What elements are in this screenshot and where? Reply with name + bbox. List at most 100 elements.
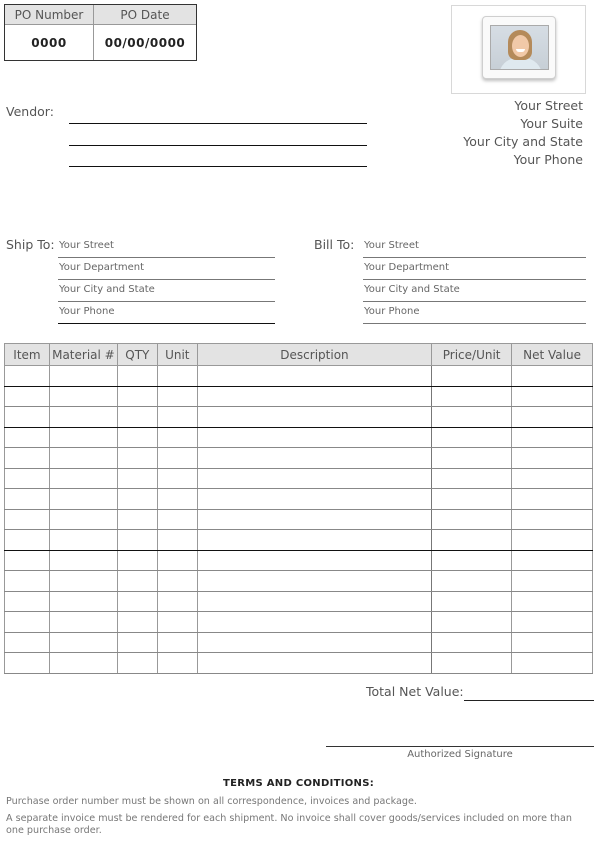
cell-material[interactable] — [48, 509, 118, 530]
cell-qty[interactable] — [116, 386, 158, 407]
cell-unit[interactable] — [156, 550, 198, 571]
cell-qty[interactable] — [116, 550, 158, 571]
cell-material[interactable] — [48, 611, 118, 633]
bill-to-department[interactable]: Your Department — [363, 258, 586, 280]
cell-qty[interactable] — [116, 529, 158, 551]
ship-to-street[interactable]: Your Street — [58, 236, 275, 258]
cell-description[interactable] — [196, 386, 433, 407]
cell-price-unit[interactable] — [431, 427, 513, 448]
cell-item[interactable] — [4, 652, 50, 674]
cell-price-unit[interactable] — [431, 529, 513, 551]
cell-price-unit[interactable] — [431, 488, 513, 510]
cell-description[interactable] — [196, 632, 433, 653]
cell-price-unit[interactable] — [431, 365, 513, 387]
cell-item[interactable] — [4, 468, 50, 489]
cell-qty[interactable] — [116, 632, 158, 653]
cell-price-unit[interactable] — [431, 406, 513, 428]
cell-description[interactable] — [196, 529, 433, 551]
cell-material[interactable] — [48, 529, 118, 551]
signature-line[interactable] — [326, 746, 594, 747]
bill-to-city-state[interactable]: Your City and State — [363, 280, 586, 302]
cell-qty[interactable] — [116, 488, 158, 510]
ship-to-department[interactable]: Your Department — [58, 258, 275, 280]
cell-unit[interactable] — [156, 406, 198, 428]
cell-net-value[interactable] — [511, 632, 593, 653]
cell-unit[interactable] — [156, 611, 198, 633]
cell-item[interactable] — [4, 591, 50, 612]
cell-unit[interactable] — [156, 365, 198, 387]
cell-description[interactable] — [196, 406, 433, 428]
cell-net-value[interactable] — [511, 509, 593, 530]
bill-to-phone[interactable]: Your Phone — [363, 302, 586, 324]
cell-unit[interactable] — [156, 591, 198, 612]
cell-unit[interactable] — [156, 427, 198, 448]
cell-material[interactable] — [48, 591, 118, 612]
cell-qty[interactable] — [116, 406, 158, 428]
cell-item[interactable] — [4, 611, 50, 633]
vendor-line-2[interactable] — [69, 145, 367, 146]
cell-material[interactable] — [48, 570, 118, 592]
po-number-value[interactable]: 0000 — [5, 25, 94, 60]
cell-net-value[interactable] — [511, 488, 593, 510]
cell-item[interactable] — [4, 529, 50, 551]
cell-net-value[interactable] — [511, 550, 593, 571]
cell-material[interactable] — [48, 427, 118, 448]
ship-to-city-state[interactable]: Your City and State — [58, 280, 275, 302]
cell-net-value[interactable] — [511, 652, 593, 674]
cell-item[interactable] — [4, 632, 50, 653]
cell-net-value[interactable] — [511, 365, 593, 387]
bill-to-street[interactable]: Your Street — [363, 236, 586, 258]
cell-price-unit[interactable] — [431, 550, 513, 571]
cell-net-value[interactable] — [511, 447, 593, 469]
cell-qty[interactable] — [116, 591, 158, 612]
po-date-value[interactable]: 00/00/0000 — [94, 25, 196, 60]
cell-item[interactable] — [4, 488, 50, 510]
cell-description[interactable] — [196, 652, 433, 674]
cell-description[interactable] — [196, 611, 433, 633]
cell-net-value[interactable] — [511, 570, 593, 592]
cell-description[interactable] — [196, 447, 433, 469]
cell-description[interactable] — [196, 550, 433, 571]
cell-net-value[interactable] — [511, 386, 593, 407]
cell-item[interactable] — [4, 386, 50, 407]
cell-material[interactable] — [48, 447, 118, 469]
cell-material[interactable] — [48, 488, 118, 510]
cell-qty[interactable] — [116, 652, 158, 674]
cell-qty[interactable] — [116, 365, 158, 387]
cell-price-unit[interactable] — [431, 570, 513, 592]
cell-unit[interactable] — [156, 570, 198, 592]
cell-unit[interactable] — [156, 386, 198, 407]
cell-net-value[interactable] — [511, 468, 593, 489]
cell-net-value[interactable] — [511, 427, 593, 448]
cell-material[interactable] — [48, 652, 118, 674]
cell-price-unit[interactable] — [431, 509, 513, 530]
cell-item[interactable] — [4, 427, 50, 448]
cell-net-value[interactable] — [511, 591, 593, 612]
cell-qty[interactable] — [116, 509, 158, 530]
ship-to-phone[interactable]: Your Phone — [58, 302, 275, 324]
cell-unit[interactable] — [156, 468, 198, 489]
cell-qty[interactable] — [116, 611, 158, 633]
cell-price-unit[interactable] — [431, 468, 513, 489]
cell-description[interactable] — [196, 427, 433, 448]
cell-description[interactable] — [196, 468, 433, 489]
total-net-value-field[interactable] — [464, 700, 594, 701]
cell-description[interactable] — [196, 509, 433, 530]
cell-price-unit[interactable] — [431, 386, 513, 407]
cell-price-unit[interactable] — [431, 591, 513, 612]
cell-unit[interactable] — [156, 447, 198, 469]
cell-unit[interactable] — [156, 488, 198, 510]
vendor-line-3[interactable] — [69, 166, 367, 167]
cell-unit[interactable] — [156, 632, 198, 653]
cell-description[interactable] — [196, 591, 433, 612]
cell-price-unit[interactable] — [431, 652, 513, 674]
cell-material[interactable] — [48, 365, 118, 387]
cell-material[interactable] — [48, 550, 118, 571]
cell-price-unit[interactable] — [431, 447, 513, 469]
cell-item[interactable] — [4, 570, 50, 592]
cell-qty[interactable] — [116, 570, 158, 592]
cell-item[interactable] — [4, 509, 50, 530]
cell-qty[interactable] — [116, 427, 158, 448]
cell-net-value[interactable] — [511, 406, 593, 428]
cell-item[interactable] — [4, 550, 50, 571]
